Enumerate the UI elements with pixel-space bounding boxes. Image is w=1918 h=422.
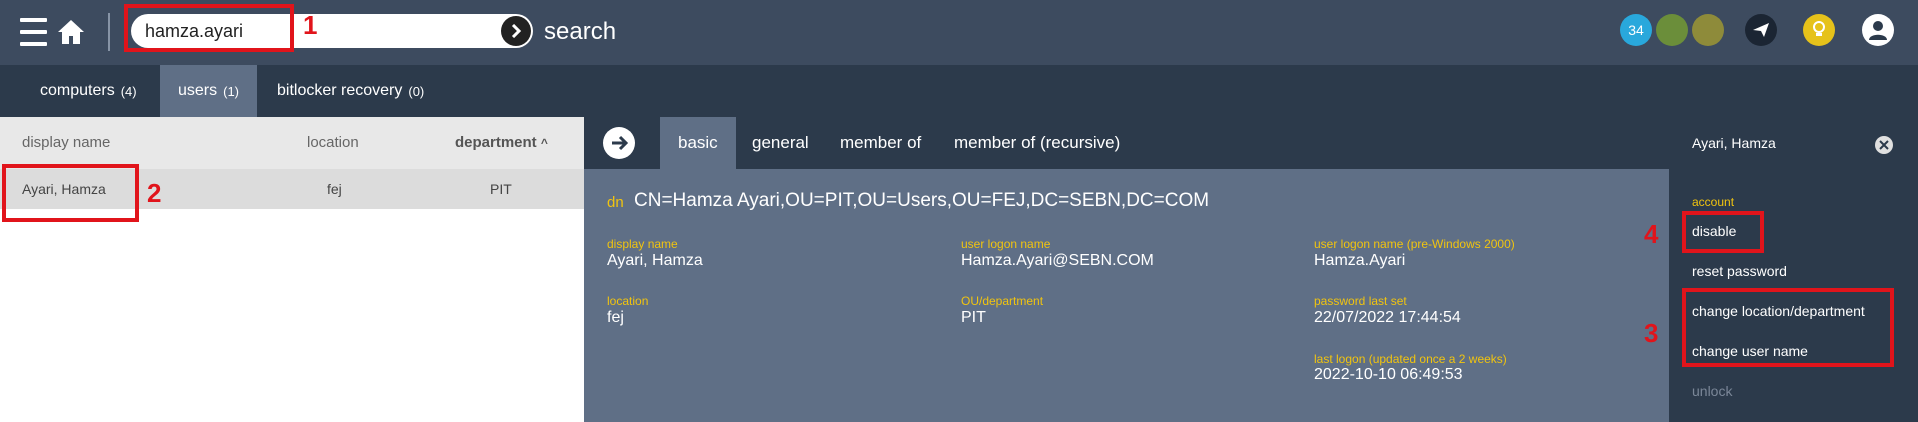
close-icon[interactable]: [1875, 136, 1893, 154]
row-location: fej: [327, 181, 342, 197]
field-value: PIT: [961, 309, 986, 326]
annotation-box: [1682, 288, 1894, 367]
notification-badge[interactable]: 34: [1620, 14, 1652, 46]
dn-label: dn: [607, 194, 624, 211]
lightbulb-icon[interactable]: [1803, 14, 1835, 46]
field-label: OU/department: [961, 294, 1044, 308]
row-department: PIT: [490, 181, 512, 197]
sort-indicator: ^: [540, 136, 548, 150]
field-value: 22/07/2022 17:44:54: [1314, 309, 1461, 326]
tab-users[interactable]: users (1): [160, 65, 258, 117]
unlock-button: unlock: [1692, 383, 1733, 399]
annotation-number: 3: [1644, 318, 1659, 348]
column-display-name[interactable]: display name: [22, 134, 110, 151]
field-label: display name: [607, 237, 678, 251]
field-value: Hamza.Ayari: [1314, 252, 1406, 269]
field-label: location: [607, 294, 649, 308]
tab-basic[interactable]: basic: [660, 117, 736, 169]
field-value: Hamza.Ayari@SEBN.COM: [961, 252, 1154, 269]
annotation-box: [124, 4, 294, 52]
status-circle[interactable]: [1656, 14, 1688, 46]
status-circle[interactable]: [1692, 14, 1724, 46]
field-label: password last set: [1314, 294, 1407, 308]
tab-general[interactable]: general: [734, 117, 827, 169]
home-icon[interactable]: [55, 16, 87, 48]
column-location[interactable]: location: [307, 134, 359, 151]
results-list: display name location department ^ Ayari…: [0, 117, 584, 422]
send-icon[interactable]: [1745, 14, 1777, 46]
field-label: last logon (updated once a 2 weeks): [1314, 352, 1507, 366]
arrow-right-icon[interactable]: [603, 127, 635, 159]
annotation-number: 1: [303, 10, 318, 40]
dn-value: CN=Hamza Ayari,OU=PIT,OU=Users,OU=FEJ,DC…: [634, 190, 1210, 211]
divider: [108, 13, 110, 51]
tab-bitlocker-recovery[interactable]: bitlocker recovery (0): [259, 65, 442, 117]
tab-member-of[interactable]: member of: [822, 117, 939, 169]
search-label: search: [544, 18, 617, 45]
section-label: account: [1692, 195, 1735, 209]
tab-member-of-recursive[interactable]: member of (recursive): [936, 117, 1138, 169]
annotation-box: [2, 164, 139, 222]
search-submit-icon[interactable]: [501, 16, 531, 46]
user-avatar-icon[interactable]: [1862, 14, 1894, 46]
field-label: user logon name: [961, 237, 1051, 251]
annotation-number: 4: [1644, 219, 1659, 249]
tab-computers[interactable]: computers (4): [22, 65, 155, 117]
annotation-number: 2: [147, 178, 162, 208]
annotation-box: [1682, 211, 1764, 253]
selected-user-name: Ayari, Hamza: [1692, 135, 1776, 151]
field-value: Ayari, Hamza: [607, 252, 703, 269]
column-department[interactable]: department ^: [455, 134, 548, 151]
field-label: user logon name (pre-Windows 2000): [1314, 237, 1515, 251]
reset-password-button[interactable]: reset password: [1692, 263, 1787, 279]
menu-icon[interactable]: [18, 18, 48, 46]
field-value: fej: [607, 309, 624, 326]
field-value: 2022-10-10 06:49:53: [1314, 366, 1463, 383]
list-header: display name location department ^: [0, 117, 584, 169]
